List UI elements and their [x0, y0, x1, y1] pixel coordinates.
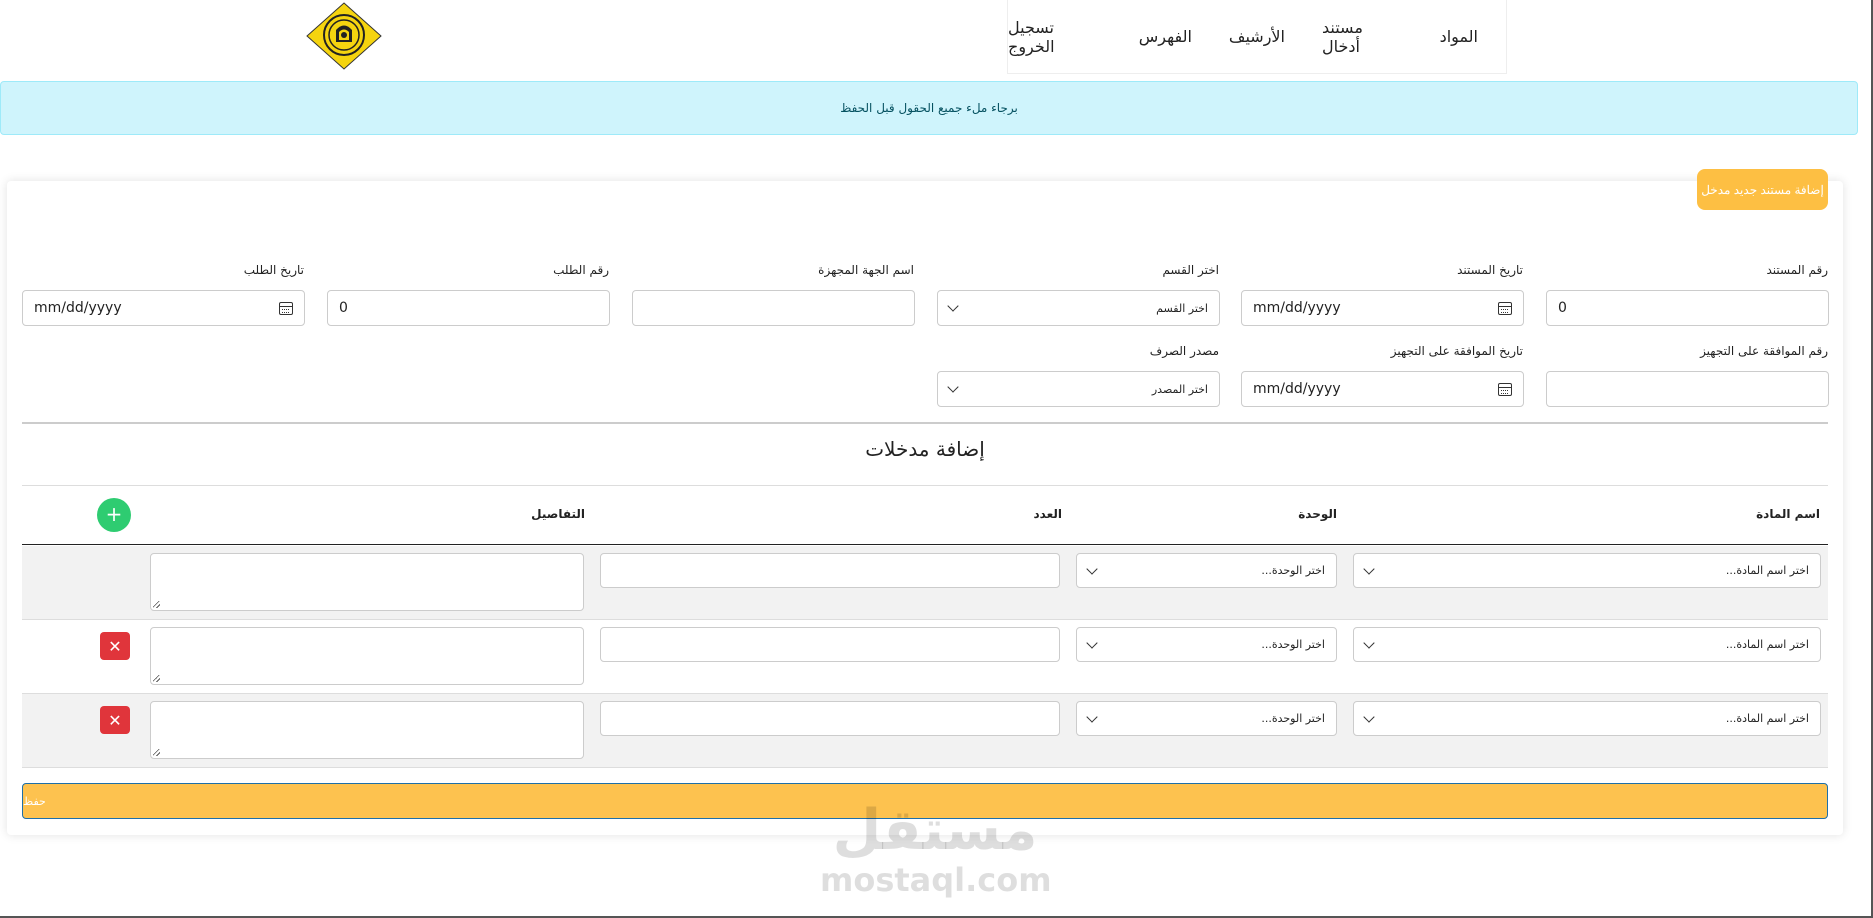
delete-row-button[interactable]: ✕	[100, 706, 130, 734]
column-header-unit: الوحدة	[1298, 507, 1337, 521]
request-number-input[interactable]: 0	[327, 290, 610, 326]
watermark-arabic: مستقل	[832, 798, 1038, 863]
delete-row-button[interactable]: ✕	[100, 632, 130, 660]
chevron-down-icon	[1086, 636, 1098, 649]
expense-source-label: مصدر الصرف	[1149, 344, 1219, 358]
nav-item-index[interactable]: الفهرس	[1139, 27, 1192, 46]
material-select[interactable]: اختر اسم المادة...	[1353, 701, 1821, 736]
column-header-details: التفاصيل	[531, 507, 585, 521]
details-textarea[interactable]	[150, 553, 584, 611]
approval-number-label: رقم الموافقة على التجهيز	[1700, 344, 1828, 358]
chevron-down-icon	[1086, 562, 1098, 575]
unit-select[interactable]: اختر الوحدة...	[1076, 701, 1337, 736]
add-row-button[interactable]: +	[97, 498, 131, 532]
request-date-label: تاريخ الطلب	[243, 263, 304, 277]
close-icon: ✕	[108, 710, 122, 730]
close-icon: ✕	[108, 636, 122, 656]
row-separator	[22, 767, 1828, 768]
logo-icon	[306, 2, 382, 70]
nav-item-archive[interactable]: الأرشيف	[1229, 27, 1285, 46]
top-navbar: المواد مستند أدخال الأرشيف الفهرس تسجيل …	[0, 0, 1873, 80]
add-new-document-button[interactable]: إضافة مستند جديد مدخل	[1697, 169, 1828, 210]
doc-date-label: تاريخ المستند	[1457, 263, 1523, 277]
details-textarea[interactable]	[150, 627, 584, 685]
calendar-icon[interactable]	[279, 301, 293, 315]
chevron-down-icon	[1363, 562, 1375, 575]
info-alert: برجاء ملء جميع الحقول قبل الحفظ	[0, 81, 1858, 135]
watermark-latin: mostaql.com	[820, 861, 1052, 899]
material-select[interactable]: اختر اسم المادة...	[1353, 553, 1821, 588]
chevron-down-icon	[1363, 636, 1375, 649]
doc-date-input[interactable]: mm/dd/yyyy	[1241, 290, 1524, 326]
chevron-down-icon	[947, 381, 959, 393]
department-select[interactable]: اختر القسم	[937, 290, 1220, 326]
count-input[interactable]	[600, 627, 1060, 662]
unit-select[interactable]: اختر الوحدة...	[1076, 553, 1337, 588]
table-header-border	[22, 544, 1828, 545]
chevron-down-icon	[1363, 710, 1375, 723]
request-date-input[interactable]: mm/dd/yyyy	[22, 290, 305, 326]
section-divider	[22, 422, 1828, 424]
details-textarea[interactable]	[150, 701, 584, 759]
doc-number-input[interactable]: 0	[1546, 290, 1829, 326]
count-input[interactable]	[600, 553, 1060, 588]
nav-item-logout[interactable]: تسجيل الخروج	[1008, 18, 1102, 56]
nav-item-materials[interactable]: المواد	[1440, 27, 1478, 46]
count-input[interactable]	[600, 701, 1060, 736]
column-header-material: اسم المادة	[1756, 507, 1820, 521]
unit-select[interactable]: اختر الوحدة...	[1076, 627, 1337, 662]
nav-item-entry-document[interactable]: مستند أدخال	[1322, 18, 1403, 56]
chevron-down-icon	[1086, 710, 1098, 723]
entries-section-title: إضافة مدخلات	[865, 437, 985, 461]
doc-number-label: رقم المستند	[1766, 263, 1828, 277]
material-select[interactable]: اختر اسم المادة...	[1353, 627, 1821, 662]
alert-text: برجاء ملء جميع الحقول قبل الحفظ	[840, 101, 1018, 115]
department-label: اختر القسم	[1162, 263, 1219, 277]
approval-date-input[interactable]: mm/dd/yyyy	[1241, 371, 1524, 407]
calendar-icon[interactable]	[1498, 301, 1512, 315]
section-divider	[22, 485, 1828, 486]
nav-menu: المواد مستند أدخال الأرشيف الفهرس تسجيل …	[1007, 0, 1507, 74]
supplier-name-label: اسم الجهة المجهزة	[818, 263, 914, 277]
approval-date-label: تاريخ الموافقة على التجهيز	[1390, 344, 1523, 358]
request-number-label: رقم الطلب	[553, 263, 609, 277]
chevron-down-icon	[947, 300, 959, 312]
calendar-icon[interactable]	[1498, 382, 1512, 396]
supplier-name-input[interactable]	[632, 290, 915, 326]
column-header-count: العدد	[1033, 507, 1062, 521]
watermark: مستقل mostaql.com	[820, 798, 1052, 899]
expense-source-select[interactable]: اختر المصدر	[937, 371, 1220, 407]
approval-number-input[interactable]	[1546, 371, 1829, 407]
